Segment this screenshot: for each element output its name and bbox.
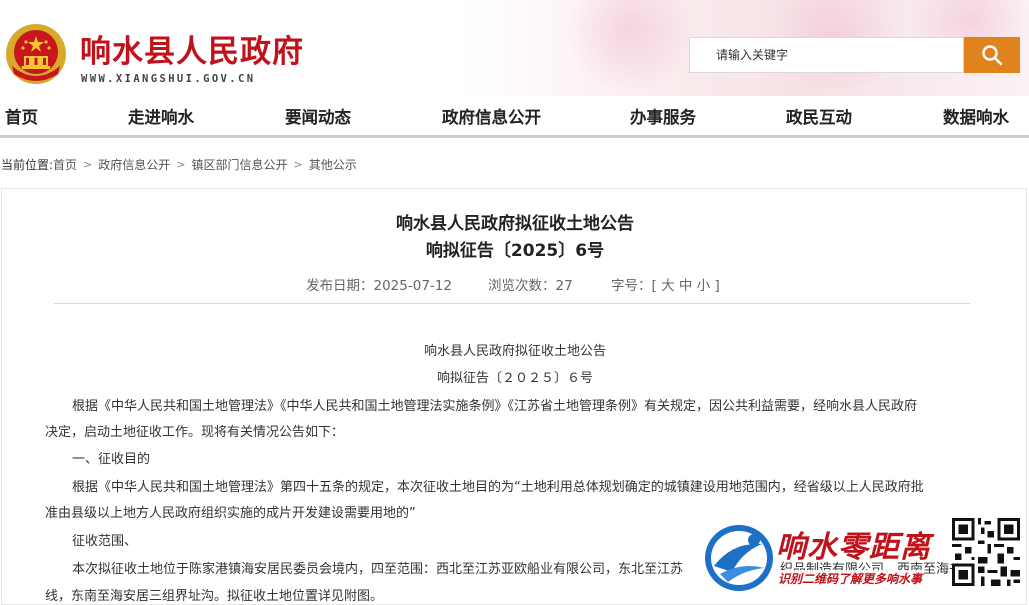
bracket-close: ]: [714, 278, 720, 294]
national-emblem-icon: [6, 24, 66, 84]
section-heading: 征收范围、: [72, 534, 138, 549]
font-size-medium[interactable]: 中: [679, 278, 693, 294]
article-doc-number: 响拟征告〔2025〕6号: [425, 241, 605, 261]
nav-item-services[interactable]: 办事服务: [630, 104, 696, 128]
chevron-right-icon: >: [176, 158, 186, 171]
breadcrumb: 当前位置: 首页 > 政府信息公开 > 镇区部门信息公开 > 其他公示: [1, 156, 357, 173]
font-size-label: 字号：: [611, 278, 652, 294]
nav-item-gov-info[interactable]: 政府信息公开: [442, 104, 541, 128]
body-doc-number: 响拟征告〔２０２５〕６号: [436, 371, 593, 386]
body-paragraph: 准由县级以上地方人民政府组织实施的成片开发建设需要用地的”: [45, 506, 416, 521]
breadcrumb-gov-info-link[interactable]: 政府信息公开: [98, 156, 170, 173]
search-input[interactable]: [691, 39, 961, 71]
section-heading: 一、征收目的: [72, 452, 151, 467]
blossom-decoration: [560, 0, 700, 90]
body-paragraph: 根据《中华人民共和国土地管理法》《中华人民共和国土地管理法实施条例》《江苏省土地…: [72, 399, 918, 414]
site-domain: WWW.XIANGSHUI.GOV.CN: [81, 73, 256, 85]
publish-date: 发布日期：2025-07-12: [306, 278, 452, 294]
site-name: 响水县人民政府: [80, 34, 304, 70]
xiangshui-logo-icon: [705, 525, 773, 591]
view-count: 浏览次数：27: [488, 278, 573, 294]
search-icon: [982, 45, 1003, 66]
nav-item-about[interactable]: 走进响水: [128, 104, 194, 128]
nav-item-news[interactable]: 要闻动态: [285, 104, 351, 128]
promo-title: 响水零距离: [776, 530, 931, 565]
nav-item-interaction[interactable]: 政民互动: [786, 104, 852, 128]
divider: [54, 303, 970, 304]
chevron-right-icon: >: [83, 158, 93, 171]
search-box: [689, 37, 964, 73]
nav-item-data[interactable]: 数据响水: [943, 104, 1009, 128]
qr-code-icon: [952, 518, 1020, 586]
bracket-open: [: [651, 278, 657, 294]
breadcrumb-label: 当前位置:: [1, 158, 54, 172]
body-paragraph: 线，东南至海安居三组界址沟。拟征收土地位置详见附图。: [45, 589, 384, 604]
search-button[interactable]: [964, 37, 1020, 73]
font-size-control: 字号：[ 大 中 小 ]: [611, 274, 720, 294]
chevron-right-icon: >: [293, 158, 303, 171]
nav-item-home[interactable]: 首页: [5, 104, 38, 128]
body-heading: 响水县人民政府拟征收土地公告: [423, 344, 606, 359]
font-size-large[interactable]: 大: [661, 278, 675, 294]
site-header: 响水县人民政府 WWW.XIANGSHUI.GOV.CN: [0, 0, 1029, 96]
article-title: 响水县人民政府拟征收土地公告: [396, 214, 634, 234]
body-paragraph: 决定，启动土地征收工作。现将有关情况公告如下：: [45, 425, 345, 440]
qr-promo-overlay[interactable]: 响水零距离 识别二维码了解更多响水事: [702, 518, 1022, 596]
breadcrumb-other-link[interactable]: 其他公示: [309, 156, 357, 173]
promo-subtitle: 识别二维码了解更多响水事: [776, 570, 925, 587]
breadcrumb-home-link[interactable]: 首页: [53, 156, 77, 173]
font-size-small[interactable]: 小: [697, 278, 711, 294]
main-nav: 首页 走进响水 要闻动态 政府信息公开 办事服务 政民互动 数据响水: [0, 96, 1029, 138]
body-paragraph: 根据《中华人民共和国土地管理法》第四十五条的规定，本次征收土地目的为“土地利用总…: [72, 480, 924, 495]
breadcrumb-dept-info-link[interactable]: 镇区部门信息公开: [192, 156, 288, 173]
body-paragraph: 本次拟征收土地位于陈家港镇海安居民委员会境内，四至范围：西北至江苏亚欧船业有限公…: [72, 562, 684, 577]
